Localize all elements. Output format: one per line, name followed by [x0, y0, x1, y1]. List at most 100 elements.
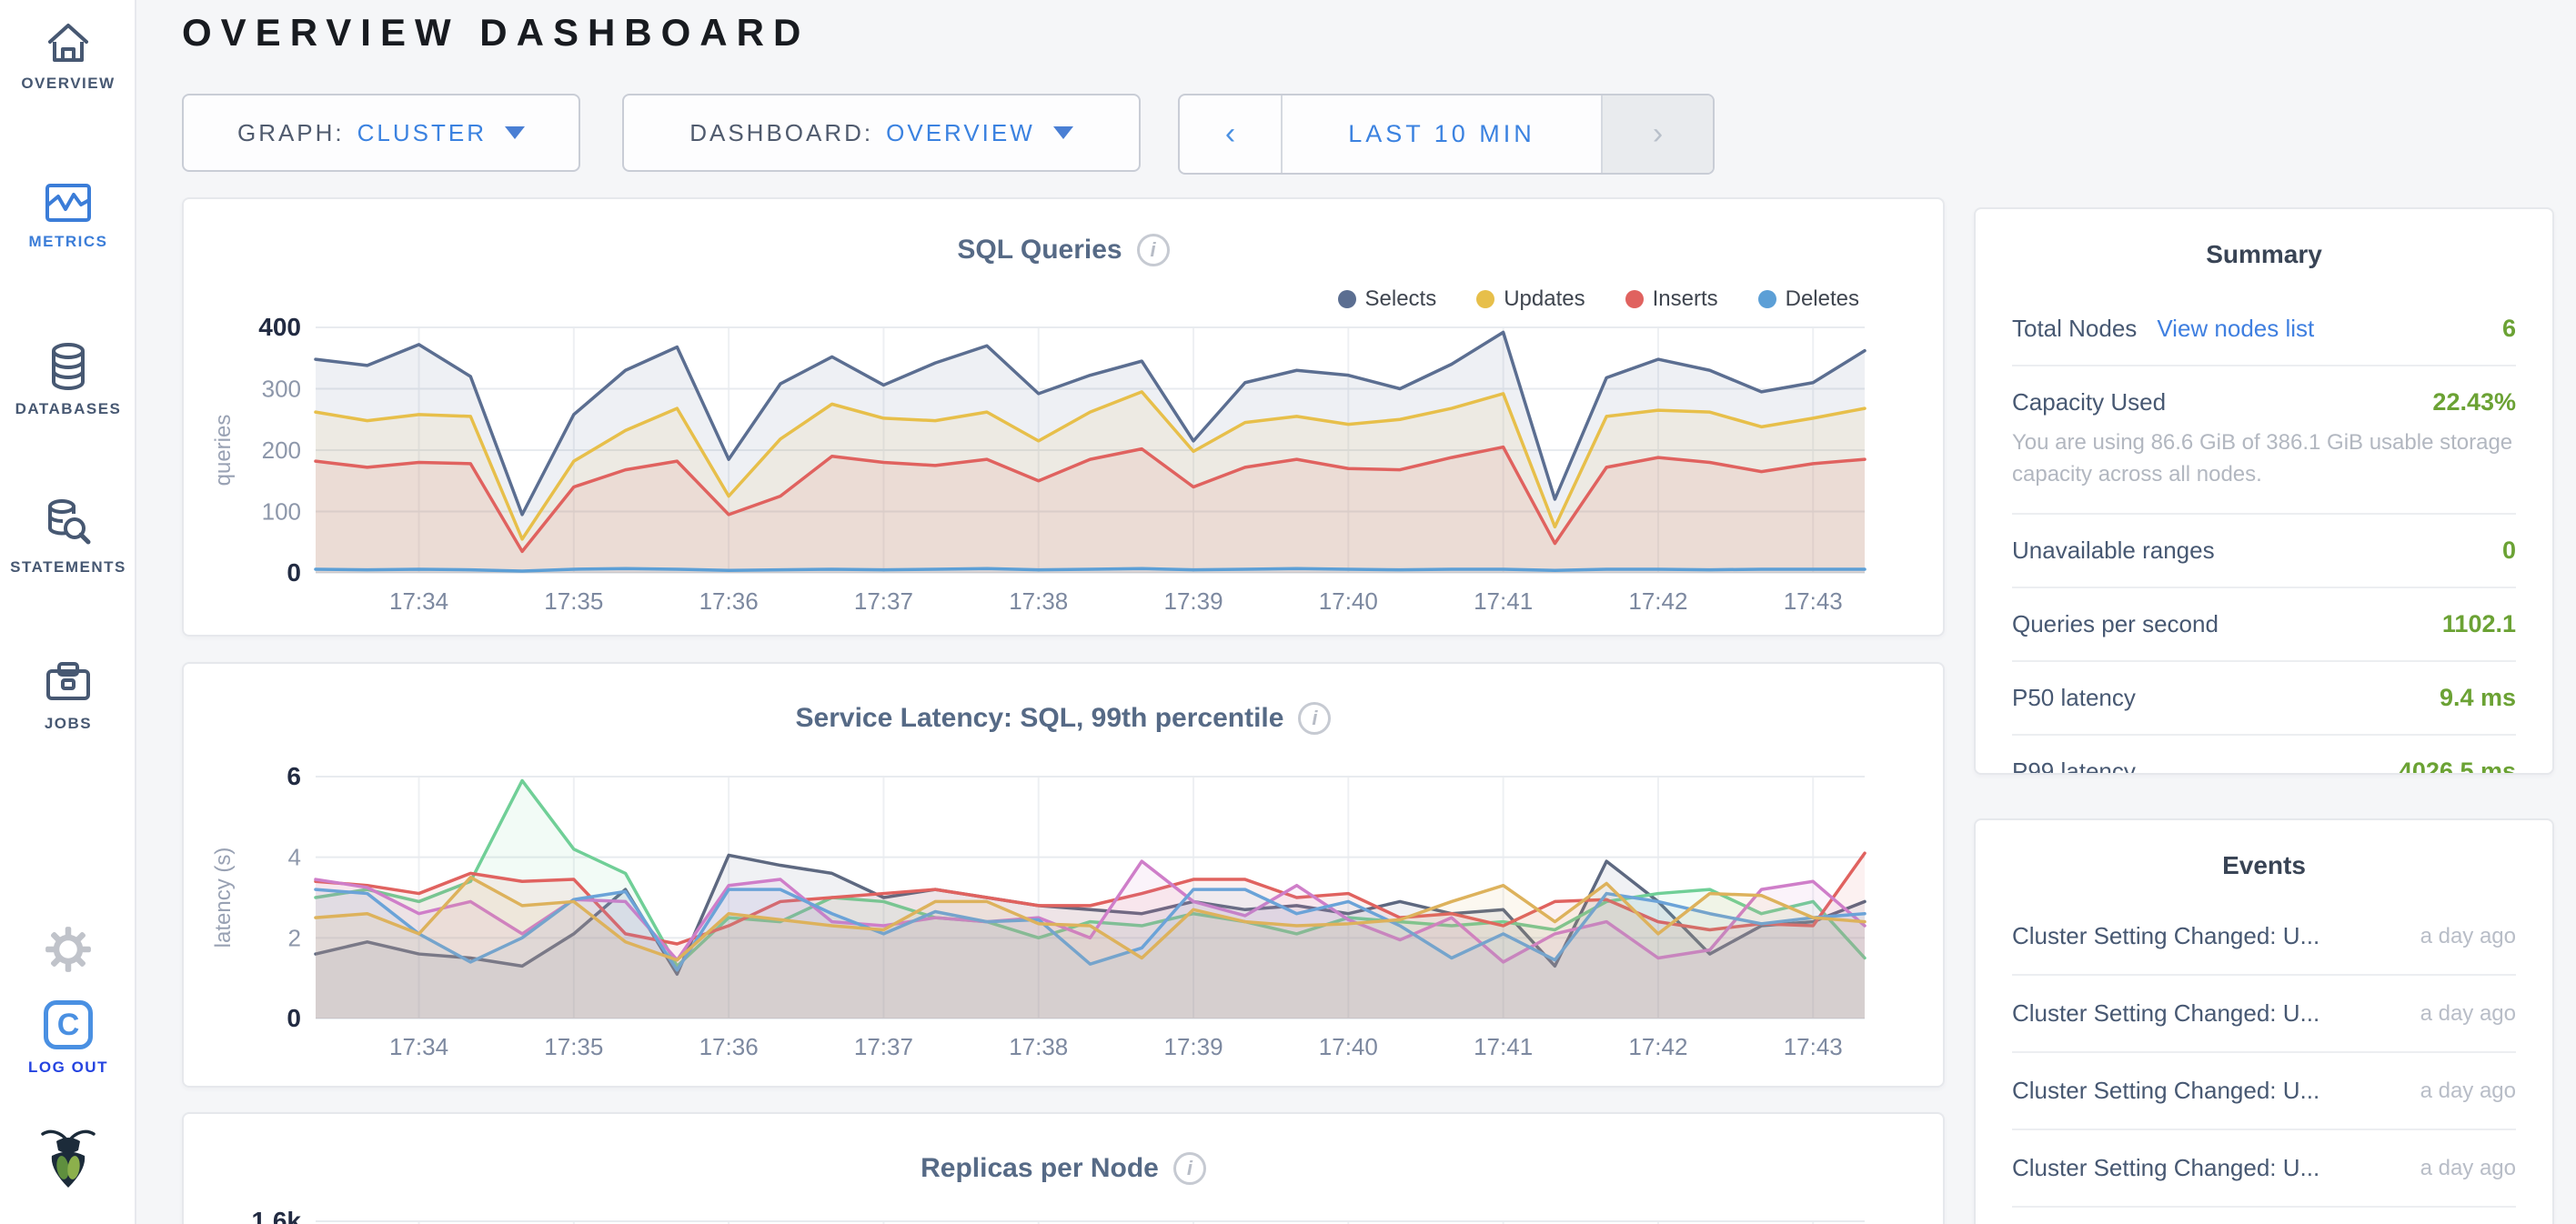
- p99-latency-value: 4026.5 ms: [2399, 757, 2516, 775]
- graph-dropdown-value: CLUSTER: [357, 119, 487, 147]
- svg-text:17:36: 17:36: [699, 587, 759, 615]
- svg-text:400: 400: [258, 313, 301, 341]
- svg-text:queries: queries: [211, 415, 236, 487]
- event-row: Cluster Setting Changed: U... a day ago: [2012, 898, 2516, 976]
- time-range-selector: ‹ LAST 10 MIN ›: [1178, 94, 1715, 175]
- chevron-left-icon: ‹: [1225, 116, 1235, 152]
- svg-text:4: 4: [288, 844, 301, 871]
- summary-row-capacity: Capacity Used 22.43% You are using 86.6 …: [2012, 366, 2516, 515]
- svg-text:17:40: 17:40: [1319, 587, 1378, 615]
- gear-icon: [0, 926, 136, 973]
- svg-text:17:42: 17:42: [1628, 587, 1687, 615]
- briefcase-icon: [0, 660, 136, 706]
- svg-text:17:37: 17:37: [854, 587, 913, 615]
- page-title: OVERVIEW DASHBOARD: [182, 11, 810, 55]
- caret-down-icon: [1053, 126, 1073, 139]
- sql-queries-card: SQL Queries i SelectsUpdatesInsertsDelet…: [182, 197, 1945, 637]
- svg-text:17:35: 17:35: [544, 1033, 603, 1060]
- svg-text:latency (s): latency (s): [211, 848, 236, 948]
- svg-text:17:41: 17:41: [1474, 587, 1533, 615]
- svg-text:2: 2: [288, 924, 301, 951]
- summary-row-unavailable-ranges: Unavailable ranges 0: [2012, 515, 2516, 588]
- time-range-prev-button[interactable]: ‹: [1180, 95, 1283, 173]
- dashboard-dropdown-value: OVERVIEW: [886, 119, 1035, 147]
- capacity-subtext: You are using 86.6 GiB of 386.1 GiB usab…: [2012, 427, 2516, 491]
- svg-text:6: 6: [287, 762, 301, 790]
- events-title: Events: [1976, 820, 2552, 880]
- svg-text:17:42: 17:42: [1628, 1033, 1687, 1060]
- qps-value: 1102.1: [2442, 610, 2516, 638]
- dashboard-dropdown[interactable]: DASHBOARD: OVERVIEW: [622, 94, 1141, 172]
- dashboard-dropdown-label: DASHBOARD:: [689, 119, 873, 147]
- cockroach-logo: [0, 1126, 136, 1191]
- svg-text:17:36: 17:36: [699, 1033, 759, 1060]
- events-panel: Events Cluster Setting Changed: U... a d…: [1974, 818, 2554, 1224]
- view-nodes-list-link[interactable]: View nodes list: [2157, 315, 2314, 343]
- service-latency-card: Service Latency: SQL, 99th percentile i …: [182, 662, 1945, 1088]
- sidebar-item-databases[interactable]: DATABASES: [0, 342, 136, 418]
- cockroach-bug-icon: [0, 1126, 136, 1191]
- svg-text:17:41: 17:41: [1474, 1033, 1533, 1060]
- unavailable-ranges-value: 0: [2502, 537, 2516, 565]
- time-range-next-button[interactable]: ›: [1601, 95, 1713, 173]
- svg-text:17:38: 17:38: [1009, 587, 1068, 615]
- summary-panel: Summary Total Nodes View nodes list 6 Ca…: [1974, 207, 2554, 775]
- sidebar-item-label: DATABASES: [0, 400, 136, 418]
- svg-text:17:37: 17:37: [854, 1033, 913, 1060]
- statements-search-icon: [0, 498, 136, 549]
- svg-text:300: 300: [262, 376, 301, 403]
- sidebar-item-overview[interactable]: OVERVIEW: [0, 20, 136, 93]
- svg-text:17:34: 17:34: [389, 1033, 448, 1060]
- replicas-per-node-card: Replicas per Node i 1.6k17:3417:3517:361…: [182, 1112, 1945, 1224]
- chevron-right-icon: ›: [1653, 116, 1663, 152]
- sidebar-settings[interactable]: [0, 926, 136, 973]
- event-row: Cluster Setting Changed: U... a day ago: [2012, 1130, 2516, 1208]
- event-row: Cluster Setting Changed: U... a day ago: [2012, 1208, 2516, 1224]
- sidebar-item-label: OVERVIEW: [0, 75, 136, 93]
- capacity-used-value: 22.43%: [2432, 388, 2516, 416]
- total-nodes-value: 6: [2502, 315, 2516, 343]
- sidebar-item-label: METRICS: [0, 233, 136, 251]
- svg-text:17:40: 17:40: [1319, 1033, 1378, 1060]
- caret-down-icon: [505, 126, 525, 139]
- sidebar-item-label: STATEMENTS: [0, 558, 136, 577]
- replicas-per-node-chart[interactable]: 1.6k17:3417:3517:3617:3717:3817:3917:401…: [184, 1114, 1945, 1224]
- sidebar-item-jobs[interactable]: JOBS: [0, 660, 136, 733]
- sql-queries-chart[interactable]: 010020030040017:3417:3517:3617:3717:3817…: [184, 199, 1945, 637]
- database-icon: [0, 342, 136, 391]
- svg-text:17:35: 17:35: [544, 587, 603, 615]
- svg-text:1.6k: 1.6k: [252, 1207, 302, 1224]
- sidebar-item-label: JOBS: [0, 715, 136, 733]
- event-link[interactable]: Cluster Setting Changed: U...: [2012, 999, 2319, 1028]
- svg-text:200: 200: [262, 436, 301, 464]
- sidebar-logout[interactable]: C LOG OUT: [0, 1000, 136, 1077]
- svg-text:17:38: 17:38: [1009, 1033, 1068, 1060]
- graph-dropdown[interactable]: GRAPH: CLUSTER: [182, 94, 580, 172]
- cockroach-c-icon: C: [44, 1000, 93, 1049]
- sidebar-item-metrics[interactable]: METRICS: [0, 182, 136, 251]
- summary-row-p99: P99 latency 4026.5 ms: [2012, 736, 2516, 775]
- sidebar-item-statements[interactable]: STATEMENTS: [0, 498, 136, 577]
- summary-title: Summary: [1976, 209, 2552, 269]
- svg-text:17:39: 17:39: [1163, 1033, 1223, 1060]
- summary-row-total-nodes: Total Nodes View nodes list 6: [2012, 293, 2516, 366]
- svg-text:0: 0: [287, 558, 301, 587]
- metrics-chart-icon: [0, 182, 136, 224]
- logout-label: LOG OUT: [0, 1058, 136, 1077]
- summary-row-qps: Queries per second 1102.1: [2012, 588, 2516, 662]
- svg-text:17:34: 17:34: [389, 587, 448, 615]
- event-row: Cluster Setting Changed: U... a day ago: [2012, 1053, 2516, 1130]
- svg-text:0: 0: [287, 1004, 301, 1032]
- svg-text:17:43: 17:43: [1784, 587, 1843, 615]
- svg-text:17:39: 17:39: [1163, 587, 1223, 615]
- time-range-value[interactable]: LAST 10 MIN: [1283, 95, 1601, 173]
- event-link[interactable]: Cluster Setting Changed: U...: [2012, 1154, 2319, 1182]
- event-row: Cluster Setting Changed: U... a day ago: [2012, 976, 2516, 1053]
- event-link[interactable]: Cluster Setting Changed: U...: [2012, 1077, 2319, 1105]
- svg-text:17:43: 17:43: [1784, 1033, 1843, 1060]
- p50-latency-value: 9.4 ms: [2440, 684, 2516, 712]
- summary-row-p50: P50 latency 9.4 ms: [2012, 662, 2516, 736]
- event-link[interactable]: Cluster Setting Changed: U...: [2012, 922, 2319, 950]
- service-latency-chart[interactable]: 0 2 4 6 17:34 17:35 17:36 17:37 17:38 17:39 17:40 1…: [184, 664, 1945, 1088]
- sidebar: OVERVIEW METRICS DATABASES: [0, 0, 136, 1224]
